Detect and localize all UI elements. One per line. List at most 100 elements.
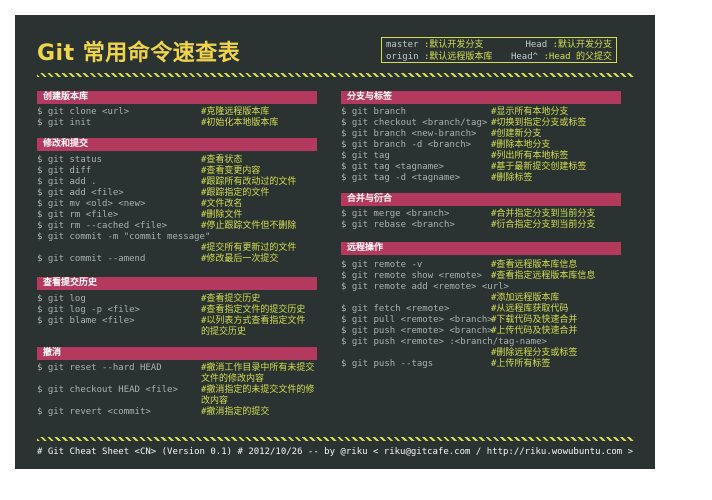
legend-row: master :默认开发分支 Head :默认开发分支 (386, 39, 612, 51)
command-text: $ git rm <file> (37, 210, 119, 220)
command-line: $ git pull <remote> <branch> (341, 315, 493, 326)
command-comment: #查看变更内容 (201, 166, 261, 176)
command-comment: #上传代码及快速合并 (491, 326, 578, 336)
legend-value: :默认远程版本库 (423, 52, 493, 62)
command-line: $ git rm --cached <file> (37, 221, 167, 232)
command-line: $ git branch <new-branch> (341, 129, 476, 140)
section-header-merge: 合并与衍合 (341, 193, 621, 206)
command-text: $ git tag <tagname> (341, 162, 444, 172)
command-text: $ git add . (37, 177, 97, 187)
command-text: $ git remote show <remote> (341, 271, 482, 281)
command-comment: #合并指定分支到当前分支 (491, 209, 596, 219)
command-comment: #删除远程分支或标签 (491, 348, 578, 358)
command-text: $ git init (37, 118, 92, 128)
command-line: $ git remote show <remote> (341, 271, 482, 282)
command-comment: #显示所有本地分支 (491, 107, 569, 117)
divider-stripe-bottom (37, 437, 635, 441)
command-comment: #列出所有本地标签 (491, 151, 569, 161)
legend-key: master (386, 40, 419, 50)
command-comment: #创建新分支 (491, 129, 542, 139)
command-line: $ git status (37, 155, 102, 166)
command-comment: #撤消指定的提交 (201, 407, 270, 417)
command-comment: #添加远程版本库 (491, 293, 560, 303)
command-line: $ git remote -v (341, 260, 422, 271)
command-line: $ git tag -d <tagname> (341, 173, 460, 184)
legend-key: origin (386, 52, 419, 62)
command-line: $ git reset --hard HEAD (37, 363, 162, 374)
command-text: $ git rebase <branch> (341, 220, 455, 230)
command-text: $ git branch (341, 107, 407, 117)
command-comment: 改内容 (201, 396, 229, 406)
command-text: $ git tag -d <tagname> (341, 173, 461, 183)
command-text: $ git commit -m "commit message" (37, 232, 211, 242)
command-line: $ git tag (341, 151, 390, 162)
command-comment: #删除文件 (201, 210, 243, 220)
command-text: $ git branch -d <branch> (341, 140, 472, 150)
command-text: $ git diff (37, 166, 92, 176)
command-line: $ git remote add <remote> <url> (341, 282, 509, 293)
command-line: $ git commit -m "commit message" (37, 232, 210, 243)
command-comment: #停止跟踪文件但不删除 (201, 221, 297, 231)
command-text: $ git push <remote> <branch> (341, 326, 493, 336)
command-line: $ git push <remote> :<branch/tag-name> (341, 337, 547, 348)
command-comment: #提交所有更新过的文件 (201, 243, 297, 253)
command-comment: #查看提交历史 (201, 294, 261, 304)
command-line: $ git revert <commit> (37, 407, 151, 418)
command-comment: #删除标签 (491, 173, 533, 183)
command-text: $ git branch <new-branch> (341, 129, 477, 139)
command-comment: 文件的修改内容 (201, 374, 265, 384)
command-comment: #撤消指定的未提交文件的修 (201, 385, 315, 395)
command-line: $ git blame <file> (37, 316, 135, 327)
command-text: $ git remote add <remote> <url> (341, 282, 509, 292)
legend-value: :默认开发分支 (552, 40, 612, 50)
command-comment: #下载代码及快速合并 (491, 315, 578, 325)
command-line: $ git branch -d <branch> (341, 140, 471, 151)
command-comment: #初始化本地版本库 (201, 118, 279, 128)
command-line: $ git clone <url> (37, 107, 129, 118)
cheat-sheet-card: Git 常用命令速查表 master :默认开发分支 Head :默认开发分支 … (15, 15, 655, 469)
section-header-create: 创建版本库 (37, 91, 317, 104)
section-header-branch: 分支与标签 (341, 91, 621, 104)
command-text: $ git log (37, 294, 86, 304)
command-text: $ git pull <remote> <branch> (341, 315, 493, 325)
command-comment: #基于最新提交创建标签 (491, 162, 587, 172)
command-comment: #衍合指定分支到当前分支 (491, 220, 596, 230)
command-comment: #查看状态 (201, 155, 243, 165)
command-comment: #查看指定文件的提交历史 (201, 305, 306, 315)
command-line: $ git fetch <remote> (341, 304, 449, 315)
command-line: $ git push <remote> <branch> (341, 326, 493, 337)
divider-stripe-top (37, 73, 635, 77)
command-text: $ git remote -v (341, 260, 423, 270)
command-comment: #查看远程版本库信息 (491, 260, 578, 270)
section-header-undo: 撤消 (37, 347, 317, 360)
command-text: $ git checkout HEAD <file> (37, 385, 178, 395)
command-text: $ git status (37, 155, 103, 165)
command-text: $ git rm --cached <file> (37, 221, 168, 231)
command-text: $ git merge <branch> (341, 209, 450, 219)
command-line: $ git add . (37, 177, 97, 188)
command-comment: #上传所有标签 (491, 359, 551, 369)
command-line: $ git rm <file> (37, 210, 118, 221)
section-header-modify: 修改和提交 (37, 138, 317, 151)
section-header-history: 查看提交历史 (37, 277, 317, 290)
legend-key: Head (525, 40, 548, 50)
command-comment: #查看指定远程版本库信息 (491, 271, 596, 281)
command-comment: #切换到指定分支或标签 (491, 118, 587, 128)
command-text: $ git checkout <branch/tag> (341, 118, 488, 128)
command-comment: 的提交历史 (201, 327, 247, 337)
command-comment: #撤消工作目录中所有未提交 (201, 363, 315, 373)
command-line: $ git branch (341, 107, 406, 118)
footer: # Git Cheat Sheet <CN> (Version 0.1) # 2… (37, 447, 634, 457)
command-comment: #克隆远程版本库 (201, 107, 270, 117)
command-text: $ git push --tags (341, 359, 434, 369)
legend-key: Head^ (510, 52, 539, 62)
command-text: $ git blame <file> (37, 316, 135, 326)
command-line: $ git log (37, 294, 86, 305)
command-text: $ git reset --hard HEAD (37, 363, 162, 373)
command-line: $ git mv <old> <new> (37, 199, 145, 210)
command-comment: #删除本地分支 (491, 140, 551, 150)
command-comment: #从远程库获取代码 (491, 304, 569, 314)
command-line: $ git checkout <branch/tag> (341, 118, 487, 129)
command-text: $ git fetch <remote> (341, 304, 450, 314)
command-line: $ git commit --amend (37, 254, 145, 265)
